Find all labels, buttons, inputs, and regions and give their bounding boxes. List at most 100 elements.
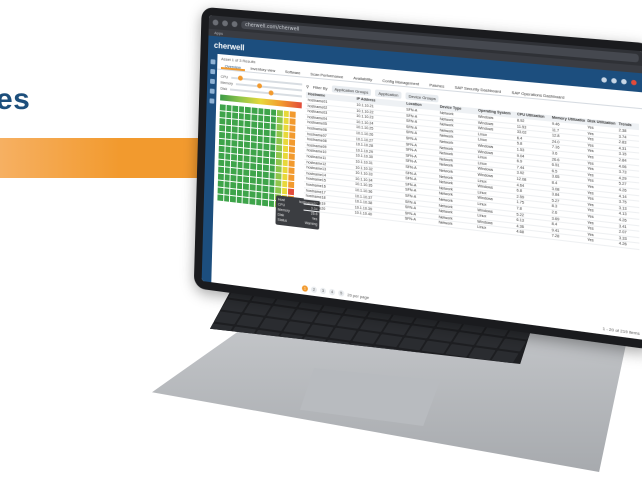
heatmap-cell[interactable] bbox=[262, 164, 269, 172]
heatmap-cell[interactable] bbox=[251, 128, 257, 135]
heatmap-cell[interactable] bbox=[283, 131, 289, 139]
heatmap-cell[interactable] bbox=[218, 166, 224, 174]
home-icon[interactable] bbox=[210, 59, 215, 65]
heatmap-cell[interactable] bbox=[255, 198, 262, 206]
heatmap-cell[interactable] bbox=[249, 184, 256, 191]
heatmap-cell[interactable] bbox=[264, 115, 270, 123]
heatmap-cell[interactable] bbox=[249, 170, 256, 177]
page-button[interactable]: 5 bbox=[338, 289, 345, 297]
heatmap-cell[interactable] bbox=[219, 104, 226, 111]
forward-icon[interactable] bbox=[222, 20, 228, 27]
heatmap-cell[interactable] bbox=[275, 187, 282, 194]
heatmap-cell[interactable] bbox=[250, 156, 256, 163]
heatmap-cell[interactable] bbox=[276, 137, 283, 145]
heatmap-cell[interactable] bbox=[238, 106, 245, 113]
bell-icon[interactable] bbox=[611, 77, 617, 84]
heatmap-cell[interactable] bbox=[219, 131, 225, 139]
tab-0[interactable]: Overview bbox=[220, 61, 245, 72]
heatmap-cell[interactable] bbox=[276, 123, 283, 131]
heatmap-cell[interactable] bbox=[263, 122, 270, 130]
heatmap-cell[interactable] bbox=[269, 172, 275, 179]
heatmap-cell[interactable] bbox=[226, 104, 232, 112]
heatmap-cell[interactable] bbox=[257, 128, 263, 136]
heatmap-cell[interactable] bbox=[290, 111, 296, 118]
slider-knob-0[interactable] bbox=[237, 75, 243, 81]
heatmap-cell[interactable] bbox=[237, 147, 244, 155]
heatmap-cell[interactable] bbox=[289, 146, 295, 153]
heatmap-cell[interactable] bbox=[224, 181, 230, 188]
refresh-icon[interactable] bbox=[231, 20, 238, 28]
heatmap-cell[interactable] bbox=[263, 157, 269, 165]
page-button[interactable]: 2 bbox=[310, 286, 318, 294]
page-button[interactable]: 1 bbox=[301, 285, 308, 292]
heatmap-cell[interactable] bbox=[283, 110, 290, 118]
heatmap-cell[interactable] bbox=[281, 187, 288, 195]
heatmap-cell[interactable] bbox=[275, 165, 282, 173]
heatmap-cell[interactable] bbox=[288, 181, 295, 189]
heatmap-cell[interactable] bbox=[262, 171, 269, 179]
heatmap-cell[interactable] bbox=[231, 133, 238, 140]
heatmap-cell[interactable] bbox=[225, 111, 232, 119]
heatmap-cell[interactable] bbox=[276, 144, 282, 152]
heatmap-cell[interactable] bbox=[270, 123, 277, 130]
heatmap-cell[interactable] bbox=[238, 120, 244, 127]
heatmap-cell[interactable] bbox=[230, 174, 237, 182]
heatmap-cell[interactable] bbox=[232, 105, 238, 113]
heatmap-cell[interactable] bbox=[243, 155, 250, 163]
heatmap-cell[interactable] bbox=[256, 184, 262, 192]
heatmap-cell[interactable] bbox=[282, 152, 289, 160]
heatmap-cell[interactable] bbox=[262, 185, 269, 193]
heatmap-cell[interactable] bbox=[242, 197, 249, 205]
heatmap-cell[interactable] bbox=[243, 176, 249, 183]
heatmap-cell[interactable] bbox=[219, 118, 225, 125]
heatmap-cell[interactable] bbox=[217, 180, 224, 188]
tab-2[interactable]: Software bbox=[281, 67, 305, 77]
heatmap-cell[interactable] bbox=[225, 118, 232, 126]
heatmap-cell[interactable] bbox=[289, 153, 295, 160]
heatmap-cell[interactable] bbox=[231, 126, 238, 133]
chart-icon[interactable] bbox=[209, 88, 215, 94]
heatmap-cell[interactable] bbox=[236, 189, 243, 197]
gear-icon[interactable] bbox=[621, 78, 627, 85]
heatmap-cell[interactable] bbox=[244, 127, 251, 135]
heatmap-cell[interactable] bbox=[225, 146, 231, 153]
heatmap-cell[interactable] bbox=[275, 172, 282, 180]
list-icon[interactable] bbox=[209, 78, 215, 85]
heatmap-cell[interactable] bbox=[250, 149, 257, 156]
heatmap-cell[interactable] bbox=[250, 135, 257, 142]
heatmap-cell[interactable] bbox=[224, 160, 231, 167]
slider-knob-2[interactable] bbox=[268, 90, 274, 96]
back-icon[interactable] bbox=[212, 19, 219, 26]
heatmap-cell[interactable] bbox=[269, 179, 275, 186]
heatmap-cell[interactable] bbox=[263, 136, 270, 144]
heatmap-cell[interactable] bbox=[276, 151, 282, 159]
heatmap-cell[interactable] bbox=[237, 140, 244, 148]
heatmap-cell[interactable] bbox=[263, 129, 270, 137]
filter-icon[interactable]: ⚲ bbox=[306, 83, 309, 88]
heatmap-cell[interactable] bbox=[256, 177, 262, 185]
heatmap-cell[interactable] bbox=[249, 191, 256, 198]
heatmap-cell[interactable] bbox=[268, 193, 275, 201]
heatmap-cell[interactable] bbox=[276, 158, 282, 166]
heatmap-cell[interactable] bbox=[275, 180, 282, 187]
heatmap-cell[interactable] bbox=[231, 154, 237, 161]
heatmap-cell[interactable] bbox=[218, 152, 225, 160]
heatmap-cell[interactable] bbox=[251, 121, 257, 128]
heatmap-cell[interactable] bbox=[269, 144, 276, 151]
heatmap-cell[interactable] bbox=[288, 174, 295, 182]
heatmap-cell[interactable] bbox=[268, 186, 275, 193]
heatmap-cell[interactable] bbox=[238, 133, 244, 141]
heatmap-cell[interactable] bbox=[276, 130, 283, 138]
heatmap-cell[interactable] bbox=[269, 151, 276, 158]
heatmap-cell[interactable] bbox=[224, 167, 231, 174]
heatmap-cell[interactable] bbox=[256, 149, 263, 157]
heatmap-cell[interactable] bbox=[218, 145, 225, 153]
heatmap-cell[interactable] bbox=[288, 167, 295, 175]
heatmap-cell[interactable] bbox=[243, 162, 250, 169]
heatmap-cell[interactable] bbox=[270, 109, 277, 116]
filter-chip-application[interactable]: Application bbox=[375, 88, 402, 99]
heatmap-cell[interactable] bbox=[257, 108, 264, 115]
heatmap-cell[interactable] bbox=[282, 138, 289, 146]
heatmap-cell[interactable] bbox=[256, 170, 262, 178]
heatmap-cell[interactable] bbox=[257, 115, 264, 122]
